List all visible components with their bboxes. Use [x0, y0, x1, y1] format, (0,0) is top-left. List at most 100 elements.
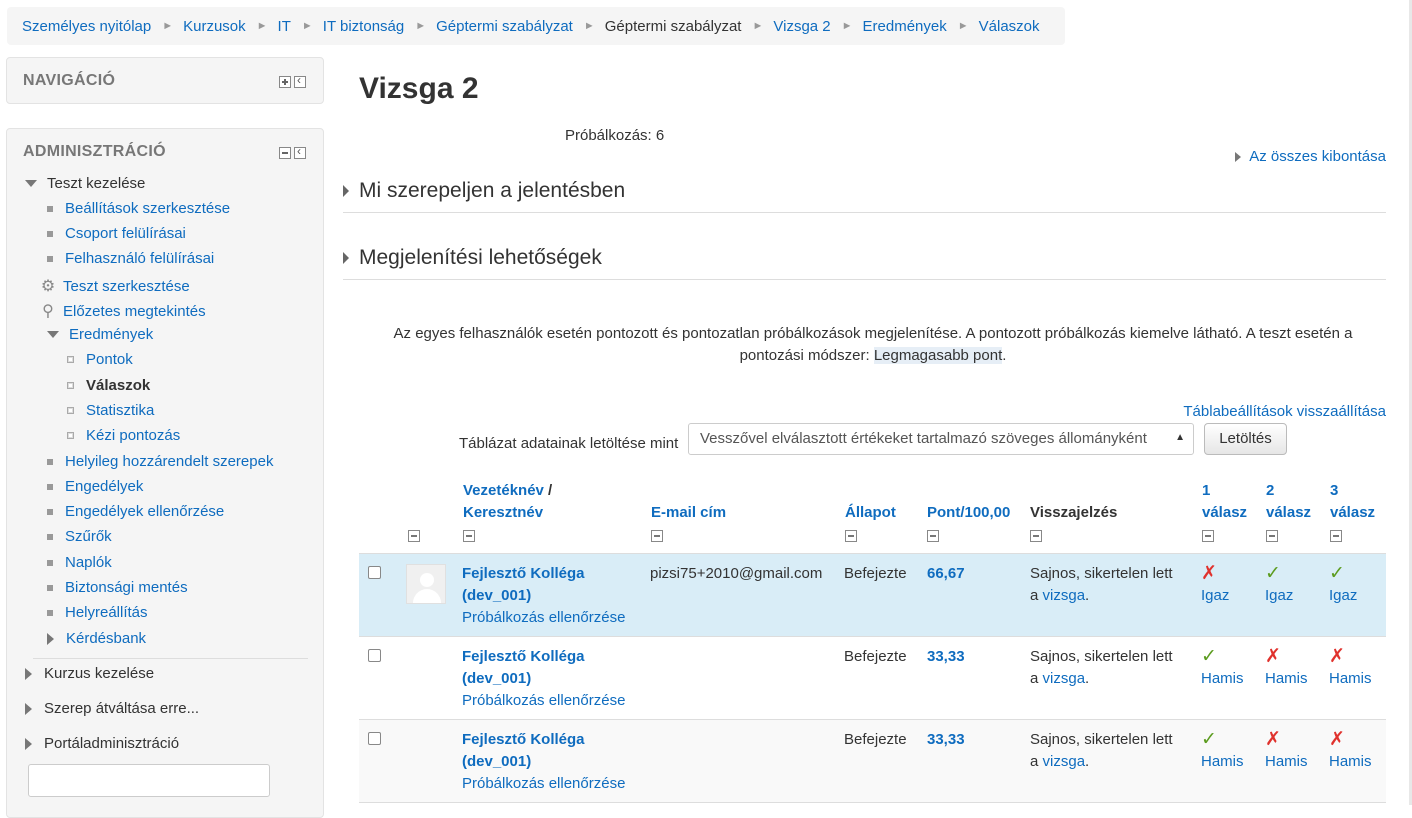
response-cell[interactable]: ✓ Hamis — [1201, 729, 1244, 773]
breadcrumb-separator-icon: ► — [256, 20, 268, 32]
row-checkbox[interactable] — [368, 649, 381, 662]
sort-email-link[interactable]: E-mail cím — [651, 502, 726, 524]
admin-item[interactable]: ⚲ Előzetes megtekintés — [39, 301, 206, 321]
hide-column-icon[interactable] — [845, 530, 857, 542]
admin-item[interactable]: Engedélyek — [47, 478, 143, 495]
hide-column-icon[interactable] — [927, 530, 939, 542]
admin-item[interactable]: Felhasználó felülírásai — [47, 250, 214, 267]
review-attempt-link[interactable]: Próbálkozás ellenőrzése — [462, 609, 625, 626]
feedback-cell: Sajnos, sikertelen lett a vizsga. — [1030, 646, 1173, 690]
bullet-icon — [47, 255, 53, 262]
feedback-end: . — [1085, 587, 1090, 604]
response-cell[interactable]: ✗ Hamis — [1329, 729, 1372, 773]
hide-column-icon[interactable] — [1266, 530, 1278, 542]
admin-item[interactable]: Helyileg hozzárendelt szerepek — [47, 453, 273, 470]
admin-item[interactable]: Naplók — [47, 554, 112, 571]
breadcrumb-item[interactable]: Kurzusok — [183, 18, 246, 35]
quiz-link[interactable]: vizsga — [1043, 753, 1086, 770]
admin-item-label: Előzetes megtekintés — [63, 302, 206, 320]
response-cell[interactable]: ✓ Hamis — [1201, 646, 1244, 690]
user-name-link[interactable]: Fejlesztő Kolléga — [462, 565, 585, 582]
grading-method: Legmagasabb pont — [873, 347, 1003, 364]
admin-item[interactable]: Engedélyek ellenőrzése — [47, 503, 224, 520]
user-username-link[interactable]: (dev_001) — [462, 587, 531, 604]
admin-section-item[interactable]: Portáladminisztráció — [25, 735, 179, 752]
divider — [33, 658, 308, 659]
admin-item-label: Engedélyek — [65, 478, 144, 495]
review-attempt-link[interactable]: Próbálkozás ellenőrzése — [462, 692, 625, 709]
add-to-dock-icon[interactable] — [279, 76, 291, 88]
breadcrumb-item[interactable]: Válaszok — [979, 18, 1040, 35]
admin-item[interactable]: Beállítások szerkesztése — [47, 200, 230, 217]
grade-link[interactable]: 66,67 — [927, 563, 965, 585]
hide-column-icon[interactable] — [1330, 530, 1342, 542]
admin-item-label: Kérdésbank — [66, 630, 147, 647]
admin-item[interactable]: Kérdésbank — [47, 630, 146, 647]
breadcrumb-item[interactable]: IT — [278, 18, 291, 35]
admin-item[interactable]: Szűrők — [47, 528, 112, 545]
download-format-select[interactable]: Vesszővel elválasztott értékeket tartalm… — [688, 423, 1194, 455]
hide-column-icon[interactable] — [1030, 530, 1042, 542]
dock-icon[interactable] — [294, 73, 306, 88]
review-attempt-link[interactable]: Próbálkozás ellenőrzése — [462, 775, 625, 792]
user-name-link[interactable]: Fejlesztő Kolléga — [462, 731, 585, 748]
download-button[interactable]: Letöltés — [1204, 423, 1287, 455]
hide-column-icon[interactable] — [408, 530, 420, 542]
sort-state-link[interactable]: Állapot — [845, 502, 896, 524]
incorrect-cross-icon: ✗ — [1265, 646, 1281, 667]
admin-section-item[interactable]: Szerep átváltása erre... — [25, 700, 199, 717]
user-username-link[interactable]: (dev_001) — [462, 670, 531, 687]
response-cell[interactable]: ✗ Igaz — [1201, 563, 1229, 607]
expand-all-link[interactable]: Az összes kibontása — [1235, 148, 1386, 165]
reset-table-preferences-link[interactable]: Táblabeállítások visszaállítása — [1183, 403, 1386, 420]
response-cell[interactable]: ✓ Igaz — [1265, 563, 1293, 607]
admin-item[interactable]: Statisztika — [67, 402, 154, 419]
breadcrumb-item[interactable]: Eredmények — [863, 18, 947, 35]
hide-column-icon[interactable] — [1202, 530, 1214, 542]
row-checkbox[interactable] — [368, 732, 381, 745]
breadcrumb-item[interactable]: Személyes nyitólap — [22, 18, 151, 35]
quiz-link[interactable]: vizsga — [1043, 587, 1086, 604]
response-cell[interactable]: ✗ Hamis — [1265, 646, 1308, 690]
row-checkbox[interactable] — [368, 566, 381, 579]
table-row: Fejlesztő Kolléga (dev_001) Próbálkozás el… — [359, 720, 1386, 803]
admin-search-input[interactable] — [28, 764, 270, 797]
admin-item[interactable]: Kézi pontozás — [67, 427, 180, 444]
sort-response-2-link[interactable]: 2 válasz — [1266, 480, 1311, 524]
breadcrumb-item[interactable]: Vizsga 2 — [773, 18, 830, 35]
admin-item[interactable]: Pontok — [67, 351, 133, 368]
grade-link[interactable]: 33,33 — [927, 646, 965, 668]
breadcrumb-separator-icon: ► — [841, 20, 853, 32]
admin-section-item[interactable]: Kurzus kezelése — [25, 665, 154, 682]
response-cell[interactable]: ✓ Igaz — [1329, 563, 1357, 607]
admin-item[interactable]: Helyreállítás — [47, 604, 148, 621]
response-cell[interactable]: ✗ Hamis — [1265, 729, 1308, 773]
sort-grade-link[interactable]: Pont/100,00 — [927, 502, 1010, 524]
collapse-block-icon[interactable] — [279, 147, 291, 159]
grade-link[interactable]: 33,33 — [927, 729, 965, 751]
user-name-link[interactable]: Fejlesztő Kolléga — [462, 648, 585, 665]
admin-item[interactable]: Eredmények — [47, 326, 153, 343]
quiz-link[interactable]: vizsga — [1043, 670, 1086, 687]
section-display-options[interactable]: Megjelenítési lehetőségek — [343, 237, 1386, 280]
admin-item[interactable]: Teszt kezelése — [25, 175, 145, 192]
sort-response-1-link[interactable]: 1 válasz — [1202, 480, 1247, 524]
admin-item[interactable]: Biztonsági mentés — [47, 579, 188, 596]
hide-column-icon[interactable] — [651, 530, 663, 542]
breadcrumb-item[interactable]: Géptermi szabályzat — [436, 18, 573, 35]
sort-lastname-link[interactable]: Vezetéknév — [463, 482, 544, 499]
response-cell[interactable]: ✗ Hamis — [1329, 646, 1372, 690]
sort-firstname-link[interactable]: Keresztnév — [463, 504, 543, 521]
section-report-contents[interactable]: Mi szerepeljen a jelentésben — [343, 170, 1386, 213]
breadcrumb-item[interactable]: IT biztonság — [323, 18, 404, 35]
admin-item[interactable]: Csoport felülírásai — [47, 225, 186, 242]
dock-icon[interactable] — [294, 144, 306, 159]
sort-response-3-link[interactable]: 3 válasz — [1330, 480, 1375, 524]
admin-item[interactable]: ⚙ Teszt szerkesztése — [39, 276, 190, 296]
avatar[interactable] — [406, 564, 446, 604]
correct-check-icon: ✓ — [1265, 563, 1281, 584]
collapsed-triangle-icon — [25, 702, 32, 715]
user-username-link[interactable]: (dev_001) — [462, 753, 531, 770]
bullet-icon — [47, 205, 53, 212]
hide-column-icon[interactable] — [463, 530, 475, 542]
